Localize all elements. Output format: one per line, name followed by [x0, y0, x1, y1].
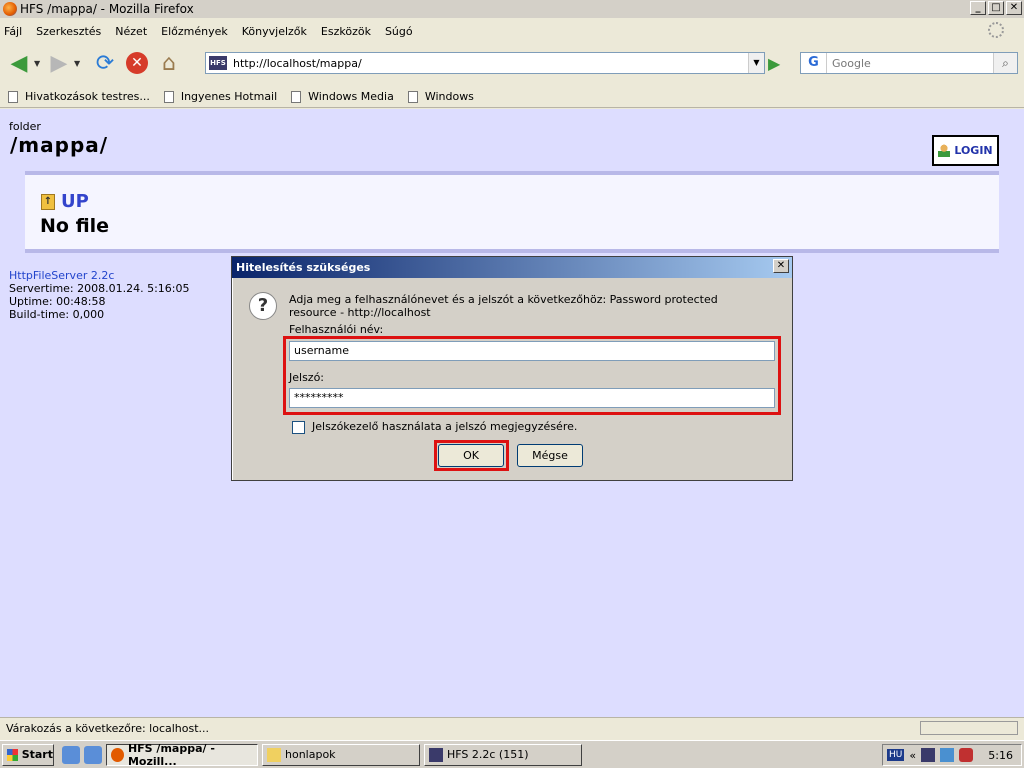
folder-icon [267, 747, 281, 762]
close-button[interactable]: ✕ [1006, 1, 1022, 15]
page-icon [163, 90, 174, 103]
login-label: LOGIN [954, 144, 993, 157]
menu-file[interactable]: Fájl [4, 25, 22, 38]
menu-tools[interactable]: Eszközök [321, 25, 371, 38]
dialog-titlebar: Hitelesítés szükséges [232, 257, 792, 278]
bookmark-item[interactable]: Hivatkozások testres... [8, 90, 150, 103]
bookmark-item[interactable]: Windows [407, 90, 474, 103]
search-bar[interactable]: G Google ⌕ [800, 52, 1018, 74]
clock: 5:16 [988, 748, 1013, 762]
no-file-text: No file [40, 215, 110, 237]
bookmark-label: Ingyenes Hotmail [180, 90, 278, 103]
windows-logo-icon [7, 748, 18, 761]
menu-bar: Fájl Szerkesztés Nézet Előzmények Könyvj… [0, 20, 1024, 42]
address-url[interactable]: http://localhost/mappa/ [233, 57, 362, 70]
firefox-icon [3, 2, 17, 16]
forward-history-dropdown[interactable]: ▼ [74, 59, 84, 68]
taskbar-item-folder[interactable]: honlapok [262, 743, 420, 766]
security-shield-icon[interactable] [959, 748, 974, 762]
username-label: Felhasználói név: [289, 323, 384, 336]
remember-password-checkbox[interactable] [292, 421, 305, 434]
login-button[interactable]: LOGIN [932, 135, 999, 166]
firefox-icon [111, 747, 124, 762]
stop-icon[interactable]: ✕ [126, 52, 148, 74]
reload-icon[interactable]: ⟳ [90, 48, 120, 78]
menu-edit[interactable]: Szerkesztés [36, 25, 101, 38]
dialog-title: Hitelesítés szükséges [236, 261, 371, 274]
page-icon [8, 90, 18, 103]
network-icon[interactable] [940, 748, 955, 762]
bookmark-item[interactable]: Ingyenes Hotmail [163, 90, 278, 103]
home-icon[interactable]: ⌂ [154, 48, 184, 78]
bookmark-label: Windows [424, 90, 474, 103]
search-magnifier-icon[interactable]: ⌕ [993, 53, 1017, 73]
tray-expand-icon[interactable]: « [909, 749, 916, 762]
start-label: Start [21, 748, 53, 761]
buildtime: Build-time: 0,000 [9, 308, 105, 321]
file-list-panel: ↑ UP No file [25, 171, 999, 253]
credentials-highlight [283, 336, 781, 415]
hfs-tray-icon[interactable] [921, 748, 936, 762]
task-label: HFS 2.2c (151) [447, 748, 529, 761]
throbber-icon [988, 22, 1004, 38]
status-bar: Várakozás a következőre: localhost... [0, 717, 1024, 739]
window-titlebar: HFS /mappa/ - Mozilla Firefox _ □ ✕ [0, 0, 1024, 18]
auth-dialog: Hitelesítés szükséges ✕ ? Adja meg a fel… [231, 256, 793, 481]
back-arrow-icon[interactable]: ◀ [4, 48, 34, 78]
hfs-icon [429, 747, 443, 762]
window-controls: _ □ ✕ [970, 1, 1022, 15]
dialog-close-icon[interactable]: ✕ [773, 259, 789, 273]
forward-arrow-icon[interactable]: ▶ [44, 48, 74, 78]
cancel-button[interactable]: Mégse [517, 444, 583, 467]
server-info: HttpFileServer 2.2c Servertime: 2008.01.… [9, 269, 190, 321]
user-icon [938, 143, 951, 158]
go-arrow-icon[interactable]: ▶ [768, 54, 786, 73]
ie-icon[interactable] [84, 745, 102, 764]
address-bar[interactable]: HFS http://localhost/mappa/ ▼ [205, 52, 765, 74]
folder-up-icon: ↑ [41, 193, 55, 210]
search-input[interactable]: Google [832, 57, 871, 70]
bookmark-item[interactable]: Windows Media [291, 90, 394, 103]
status-text: Várakozás a következőre: localhost... [6, 722, 210, 735]
task-label: honlapok [285, 748, 336, 761]
task-label: HFS /mappa/ - Mozill... [127, 741, 215, 768]
up-label: UP [61, 191, 89, 212]
bookmarks-toolbar: Hivatkozások testres... Ingyenes Hotmail… [0, 86, 1024, 108]
servertime: Servertime: 2008.01.24. 5:16:05 [9, 282, 190, 295]
dialog-message: Adja meg a felhasználónevet és a jelszót… [289, 293, 718, 319]
address-dropdown-icon[interactable]: ▼ [748, 53, 764, 73]
site-favicon-icon: HFS [209, 56, 227, 70]
server-link[interactable]: HttpFileServer 2.2c [9, 269, 190, 282]
menu-history[interactable]: Előzmények [161, 25, 228, 38]
window-title: HFS /mappa/ - Mozilla Firefox [20, 2, 194, 16]
bookmark-label: Hivatkozások testres... [25, 90, 150, 103]
maximize-button[interactable]: □ [988, 1, 1004, 15]
up-link[interactable]: ↑ UP [41, 191, 89, 212]
back-history-dropdown[interactable]: ▼ [34, 59, 44, 68]
page-icon [291, 90, 302, 103]
language-indicator[interactable]: HU [887, 749, 905, 761]
bookmark-label: Windows Media [308, 90, 394, 103]
desktop-icon[interactable] [62, 745, 80, 764]
search-engine-icon[interactable]: G [801, 53, 827, 73]
system-tray: HU « 5:16 [882, 744, 1022, 766]
quick-launch [62, 745, 102, 764]
page-icon [407, 90, 418, 103]
folder-path: /mappa/ [10, 133, 109, 157]
remember-password-label: Jelszókezelő használata a jelszó megjegy… [312, 420, 578, 433]
menu-view[interactable]: Nézet [115, 25, 147, 38]
navigation-toolbar: ◀ ▼ ▶ ▼ ⟳ ✕ ⌂ HFS http://localhost/mappa… [0, 44, 1024, 82]
question-icon: ? [249, 292, 277, 320]
menu-help[interactable]: Súgó [385, 25, 413, 38]
taskbar: Start HFS /mappa/ - Mozill... honlapok H… [0, 740, 1024, 768]
taskbar-item-firefox[interactable]: HFS /mappa/ - Mozill... [106, 741, 258, 768]
uptime: Uptime: 00:48:58 [9, 295, 106, 308]
folder-label: folder [9, 120, 41, 133]
taskbar-item-hfs[interactable]: HFS 2.2c (151) [424, 743, 582, 766]
menu-bookmarks[interactable]: Könyvjelzők [242, 25, 307, 38]
start-button[interactable]: Start [2, 743, 54, 766]
status-progress-panel [920, 721, 1018, 735]
minimize-button[interactable]: _ [970, 1, 986, 15]
ok-highlight [434, 440, 509, 471]
